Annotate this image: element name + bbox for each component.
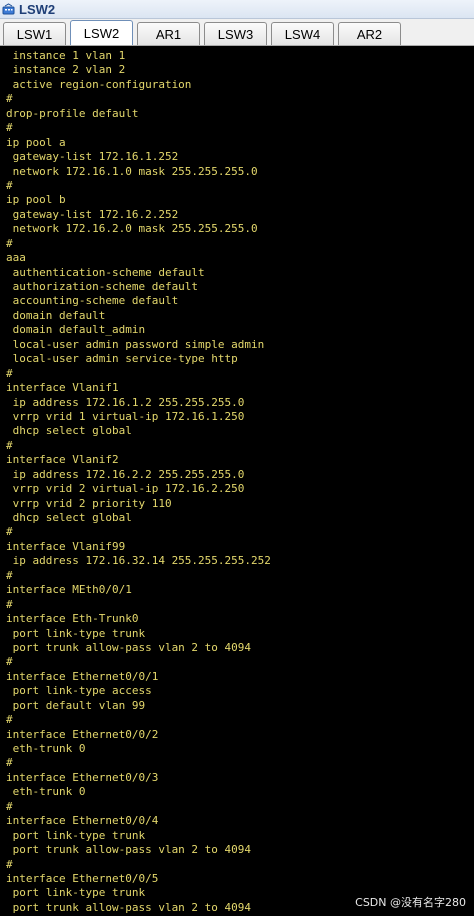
tab-lsw4[interactable]: LSW4 [271,22,334,45]
terminal-line: active region-configuration [6,77,192,91]
terminal-line: interface Ethernet0/0/3 [6,770,159,784]
terminal-line: # [6,756,13,770]
terminal-line: interface MEth0/0/1 [6,583,132,597]
terminal-window: LSW2 LSW1 LSW2 AR1 LSW3 LSW4 AR2 instance 1 v… [0,0,474,916]
terminal-line: authorization-scheme default [6,280,199,293]
terminal-line: port link-type trunk [6,626,146,640]
terminal-line: authentication-scheme default [6,265,205,279]
terminal-line: interface Vlanif99 [6,539,126,553]
terminal-line: interface Eth-Trunk0 [6,612,139,626]
terminal-line: interface Ethernet0/0/2 [6,727,159,741]
tab-bar: LSW1 LSW2 AR1 LSW3 LSW4 AR2 [0,19,474,46]
terminal-line: port link-type trunk [6,828,146,842]
terminal-line: # [6,799,13,813]
terminal-line: gateway-list 172.16.1.252 [6,150,179,164]
tab-ar1[interactable]: AR1 [137,22,200,45]
terminal-line: ip pool b [6,193,66,207]
terminal-line: drop-profile default [6,106,139,120]
terminal-line: # [6,178,13,192]
terminal-line: interface Ethernet0/0/1 [6,669,159,683]
terminal-line: eth-trunk 0 [6,785,86,799]
terminal-line: # [6,438,13,452]
terminal-line: port trunk allow-pass vlan 2 to 4094 [6,843,252,857]
terminal-line: # [6,713,13,727]
terminal-line: dhcp select global [6,511,132,524]
terminal-line: domain default [6,308,106,322]
terminal-line: interface Ethernet0/0/5 [6,871,159,885]
terminal-line: aaa [6,251,26,265]
terminal-line: interface Ethernet0/0/4 [6,814,159,828]
terminal-line: # [6,236,13,250]
terminal-line: ip address 172.16.2.2 255.255.255.0 [6,467,245,481]
terminal-line: # [6,568,13,582]
terminal-line: # [6,121,13,135]
terminal-line: port link-type access [6,684,152,698]
tab-lsw2[interactable]: LSW2 [70,20,133,45]
terminal-line: network 172.16.2.0 mask 255.255.255.0 [6,222,258,236]
terminal-line: ip pool a [6,135,66,149]
terminal-line: eth-trunk 0 [6,742,86,755]
terminal-line: # [6,366,13,380]
terminal-line: domain default_admin [6,323,146,337]
terminal-line: accounting-scheme default [6,294,179,308]
terminal-line: # [6,597,13,611]
terminal-line: ip address 172.16.1.2 255.255.255.0 [6,395,245,409]
tab-lsw1[interactable]: LSW1 [3,22,66,45]
terminal-line: gateway-list 172.16.2.252 [6,207,179,221]
watermark: CSDN @没有名字280 [355,896,466,909]
terminal-line: interface Vlanif1 [6,381,119,395]
terminal-output[interactable]: instance 1 vlan 1 instance 2 vlan 2 acti… [0,46,474,916]
title-bar[interactable]: LSW2 [0,0,474,19]
terminal-line: dhcp select global [6,424,132,438]
terminal-line: port default vlan 99 [6,698,146,712]
terminal-line: port trunk allow-pass vlan 2 to 4094 [6,640,252,654]
terminal-line: # [6,857,13,871]
switch-icon [2,2,15,16]
window-title: LSW2 [19,1,56,17]
terminal-line: # [6,655,13,669]
terminal-line: instance 1 vlan 1 [6,49,126,62]
terminal-line: # [6,525,13,539]
terminal-line: network 172.16.1.0 mask 255.255.255.0 [6,164,258,178]
tab-ar2[interactable]: AR2 [338,22,401,45]
tab-lsw3[interactable]: LSW3 [204,22,267,45]
terminal-line: # [6,92,13,106]
terminal-line: vrrp vrid 2 priority 110 [6,496,172,510]
terminal-line: vrrp vrid 2 virtual-ip 172.16.2.250 [6,482,245,496]
terminal-line: local-user admin service-type http [6,352,238,366]
terminal-line: ip address 172.16.32.14 255.255.255.252 [6,554,271,568]
terminal-line: local-user admin password simple admin [6,337,265,351]
terminal-line: instance 2 vlan 2 [6,63,126,77]
terminal-line: interface Vlanif2 [6,453,119,467]
terminal-line: vrrp vrid 1 virtual-ip 172.16.1.250 [6,409,245,423]
